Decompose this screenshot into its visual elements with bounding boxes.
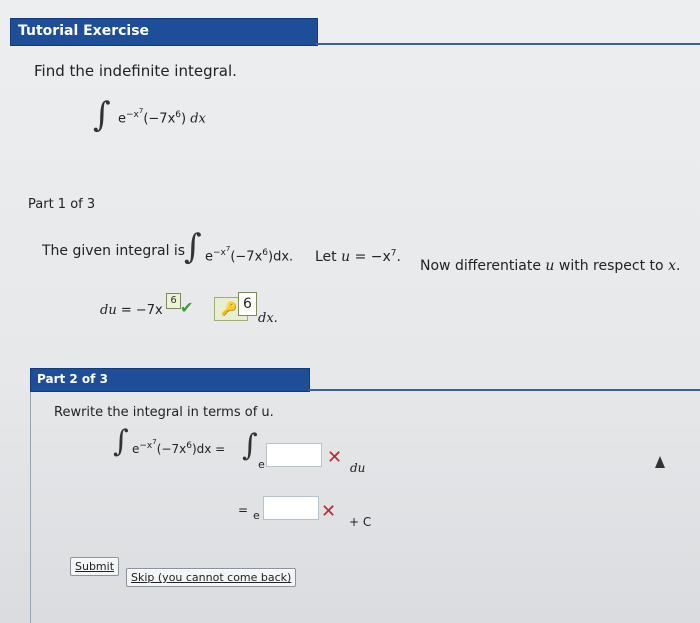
submit-label: Submit bbox=[75, 560, 115, 573]
p2-lhs-close: )dx = bbox=[191, 442, 226, 456]
integrand-dx: dx bbox=[190, 111, 206, 127]
p2-exp: −x bbox=[139, 441, 153, 451]
let-word: Let bbox=[315, 249, 337, 265]
du-symbol: du bbox=[100, 303, 117, 318]
key-icon: 🔑 bbox=[221, 302, 238, 317]
tutorial-header: Tutorial Exercise bbox=[10, 18, 318, 46]
integrand-exp: −x bbox=[126, 110, 139, 120]
integrand-factor-close: ) bbox=[181, 111, 187, 127]
part2-label: Part 2 of 3 bbox=[37, 372, 108, 386]
p1-exp: −x bbox=[213, 248, 226, 258]
part2-panel bbox=[30, 391, 700, 623]
part2-eq: = bbox=[238, 503, 249, 517]
part2-instruction: Rewrite the integral in terms of u. bbox=[54, 405, 274, 420]
plus-c: + C bbox=[349, 515, 372, 529]
skip-button[interactable]: Skip (you cannot come back) bbox=[126, 568, 297, 587]
now-u: u bbox=[545, 258, 555, 274]
part2-du: du bbox=[350, 461, 366, 475]
p1-e: e bbox=[205, 249, 213, 265]
skip-label: Skip (you cannot come back) bbox=[131, 571, 292, 584]
part2-rhs-e: e bbox=[258, 458, 265, 471]
p1-dx: )dx. bbox=[268, 249, 294, 265]
header-divider bbox=[316, 43, 700, 45]
incorrect-x-icon-2: ✕ bbox=[321, 501, 337, 522]
exponent-input-1[interactable] bbox=[266, 443, 322, 467]
p2-factor: (−7x bbox=[156, 442, 187, 456]
part1-integral-sign: ∫ bbox=[184, 227, 202, 267]
part2-header: Part 2 of 3 bbox=[30, 368, 310, 392]
integral-sign: ∫ bbox=[93, 95, 111, 135]
part2-lhs: e−x7(−7x6)dx = bbox=[132, 439, 226, 457]
now-text: Now differentiate bbox=[420, 258, 541, 274]
part1-sentence-start: The given integral is bbox=[42, 243, 186, 259]
exponent-input-2[interactable] bbox=[263, 496, 319, 520]
main-integrand: e−x7(−7x6) dx bbox=[118, 108, 206, 127]
du-equation: du = −7x bbox=[100, 303, 163, 318]
part1-let: Let u = −x7. bbox=[315, 249, 401, 265]
part2-divider bbox=[308, 389, 700, 391]
integrand-e: e bbox=[118, 111, 126, 127]
instruction-period: . bbox=[675, 258, 681, 274]
du-answer-box[interactable]: 6 bbox=[238, 292, 257, 316]
part1-integrand: e−x7(−7x6)dx. bbox=[205, 246, 294, 265]
du-rhs: = −7x bbox=[120, 303, 163, 318]
submit-button[interactable]: Submit bbox=[70, 557, 120, 576]
part2-result-e: e bbox=[253, 509, 260, 522]
prompt-text: Find the indefinite integral. bbox=[34, 62, 237, 80]
respect-x: x bbox=[668, 258, 676, 274]
du-dx: dx. bbox=[258, 311, 278, 326]
part1-instruction: Now differentiate u with respect to x. bbox=[420, 258, 680, 274]
let-eq: = −x bbox=[354, 249, 391, 265]
let-period: . bbox=[396, 249, 401, 265]
integrand-factor: (−7x bbox=[143, 111, 176, 127]
respect-text: with respect to bbox=[558, 258, 664, 274]
let-u: u bbox=[341, 249, 351, 265]
part2-rhs-integral: ∫ bbox=[242, 428, 258, 463]
header-title: Tutorial Exercise bbox=[18, 23, 150, 39]
check-icon: ✔ bbox=[180, 298, 194, 317]
part1-label: Part 1 of 3 bbox=[28, 197, 96, 212]
p1-factor: (−7x bbox=[230, 249, 263, 265]
part2-lhs-integral: ∫ bbox=[113, 424, 129, 459]
mouse-cursor-icon bbox=[655, 456, 665, 468]
exponent-answer-box[interactable]: 6 bbox=[166, 293, 181, 309]
incorrect-x-icon: ✕ bbox=[327, 447, 343, 468]
main-integral: ∫ bbox=[93, 98, 111, 132]
